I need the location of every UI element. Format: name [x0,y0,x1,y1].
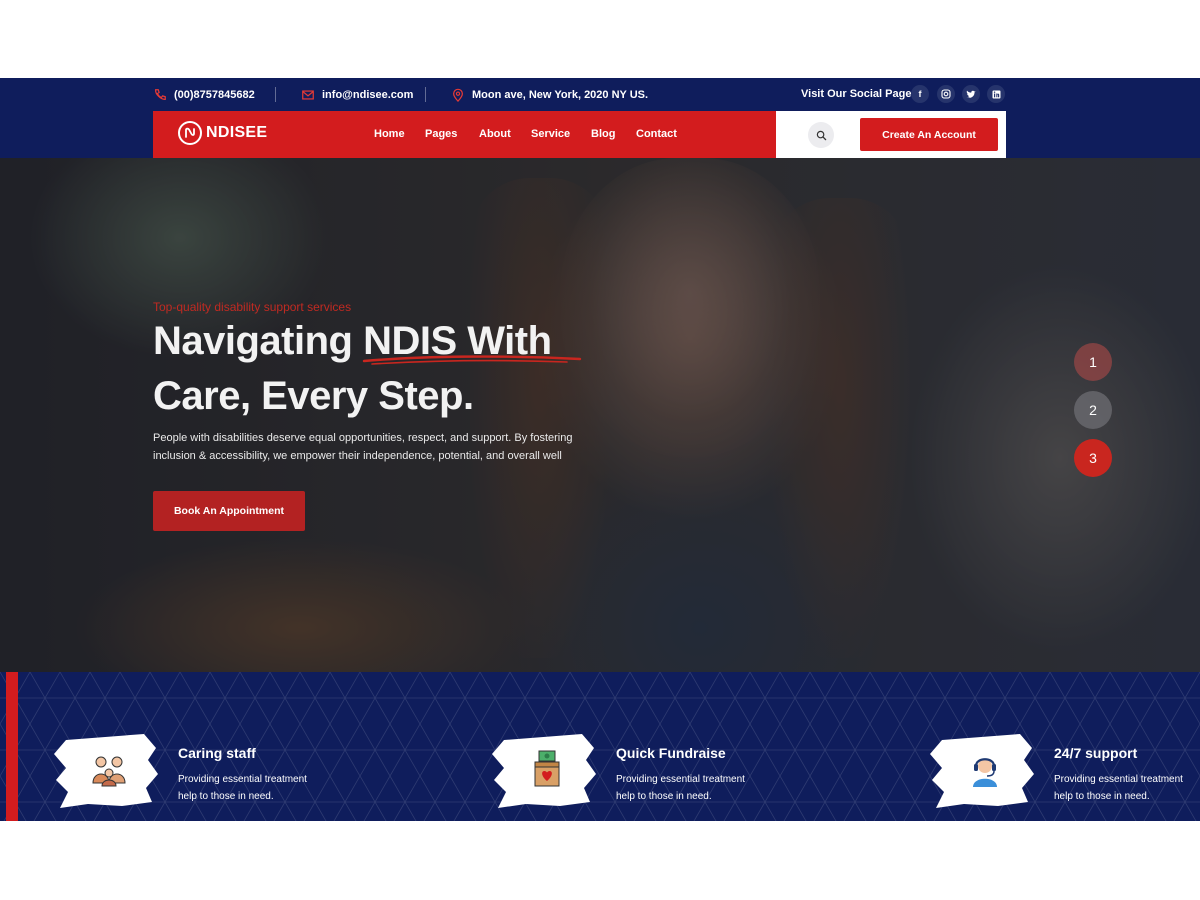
slide-dot-3-active[interactable]: 3 [1074,439,1112,477]
search-button[interactable] [808,122,834,148]
email-contact[interactable]: info@ndisee.com [301,87,413,103]
slide-dot-1[interactable]: 1 [1074,343,1112,381]
linkedin-icon[interactable] [987,85,1005,103]
site-logo[interactable]: NDISEE [178,121,267,145]
nav-link-blog[interactable]: Blog [591,127,615,141]
social-label: Visit Our Social Pages [801,88,918,100]
divider [425,87,426,102]
feature-title: Caring staff [178,745,256,761]
book-appointment-button[interactable]: Book An Appointment [153,491,305,531]
facebook-icon[interactable]: f [911,85,929,103]
hero-description: People with disabilities deserve equal o… [153,432,573,462]
phone-icon [155,89,166,100]
search-icon [816,130,826,140]
feature-text: Providing essential treatment help to th… [1054,774,1183,802]
phone-text: (00)8757845682 [174,89,255,101]
feature-text: Providing essential treatment help to th… [178,774,307,802]
caregivers-icon [89,748,129,790]
nav-link-about[interactable]: About [479,127,511,141]
location-pin-icon [453,88,463,102]
feature-title: Quick Fundraise [616,745,726,761]
divider [275,87,276,102]
hero-eyebrow: Top-quality disability support services [153,300,352,314]
feature-title: 24/7 support [1054,745,1138,761]
nav-link-home[interactable]: Home [374,127,405,141]
nav-link-contact[interactable]: Contact [636,127,677,141]
slide-dot-2[interactable]: 2 [1074,391,1112,429]
mail-icon [302,90,314,100]
accent-stripe [6,672,18,821]
logo-text: NDISEE [206,124,268,141]
twitter-icon[interactable] [962,85,980,103]
donation-box-icon [527,748,567,790]
support-agent-icon [965,748,1005,790]
page: (00)8757845682 info@ndisee.com Moon ave,… [0,0,1200,900]
logo-mark-icon [178,121,202,145]
phone-contact[interactable]: (00)8757845682 [153,87,255,103]
headline-underline-decoration [362,355,582,365]
hero-headline-line2: Care, Every Step. [153,374,474,418]
create-account-button[interactable]: Create An Account [860,118,998,151]
feature-text: Providing essential treatment help to th… [616,774,745,802]
instagram-icon[interactable] [937,85,955,103]
email-text: info@ndisee.com [322,89,414,101]
address-contact: Moon ave, New York, 2020 NY US. [451,87,648,103]
address-text: Moon ave, New York, 2020 NY US. [472,89,649,101]
nav-link-pages[interactable]: Pages [425,127,457,141]
nav-link-service[interactable]: Service [531,127,570,141]
